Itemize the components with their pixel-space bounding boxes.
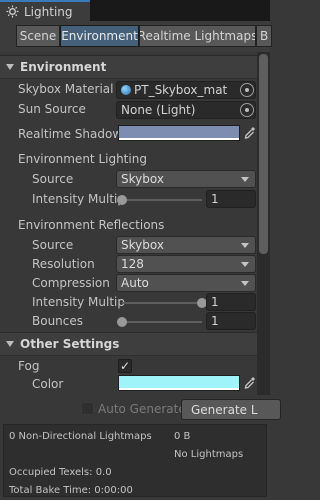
lighting-intensity-value: 1 <box>211 192 219 206</box>
bounces-value: 1 <box>211 314 219 328</box>
realtime-shadow-color-field[interactable] <box>118 125 240 141</box>
reflection-source-dropdown[interactable]: Skybox <box>116 236 256 254</box>
resolution-label: Resolution <box>32 257 95 271</box>
bounces-slider-thumb[interactable] <box>117 317 127 327</box>
foldout-arrow-icon <box>6 341 14 347</box>
sun-source-picker-icon[interactable] <box>240 103 254 117</box>
lighting-source-label: Source <box>32 172 74 186</box>
skybox-object-picker-icon[interactable] <box>240 83 254 97</box>
chevron-down-icon <box>241 262 249 267</box>
skybox-material-value: PT_Skybox_mat <box>134 83 228 97</box>
generate-lighting-button[interactable]: Generate L <box>181 399 281 420</box>
bounces-input[interactable]: 1 <box>206 312 256 330</box>
lightmap-stats-box: 0 Non-Directional Lightmaps 0 B No Light… <box>3 424 267 497</box>
fog-label: Fog <box>18 359 40 373</box>
sun-source-label: Sun Source <box>18 102 86 116</box>
section-title: Other Settings <box>20 337 120 351</box>
no-lightmaps-text: No Lightmaps <box>174 449 244 460</box>
compression-value: Auto <box>121 276 149 290</box>
other-settings-section-header[interactable]: Other Settings <box>0 332 257 356</box>
material-icon <box>121 85 131 95</box>
tab-realtime-lightmaps[interactable]: Realtime Lightmaps <box>139 25 256 47</box>
sun-source-value: None (Light) <box>121 103 196 117</box>
inspector-content[interactable]: Environment Skybox Material PT_Skybox_ma… <box>0 52 257 395</box>
scrollbar-thumb[interactable] <box>259 54 268 254</box>
total-bake-time: Total Bake Time: 0:00:00 <box>9 485 133 496</box>
reflection-source-label: Source <box>32 238 74 252</box>
fog-checkbox[interactable]: ✓ <box>118 359 132 373</box>
resolution-value: 128 <box>121 257 144 271</box>
environment-section-header[interactable]: Environment <box>0 55 257 79</box>
sun-source-field[interactable]: None (Light) <box>116 101 256 119</box>
tab-baked[interactable]: B <box>256 25 272 47</box>
auto-generate-checkbox[interactable] <box>81 402 94 415</box>
compression-label: Compression <box>32 276 110 290</box>
lighting-intensity-input[interactable]: 1 <box>206 190 256 208</box>
bounces-label: Bounces <box>32 314 84 328</box>
window-tab-lighting[interactable]: Lighting <box>0 0 90 21</box>
vertical-scrollbar[interactable] <box>257 52 270 395</box>
lightmaps-count: 0 Non-Directional Lightmaps <box>9 431 152 442</box>
skybox-material-field[interactable]: PT_Skybox_mat <box>116 81 256 99</box>
reflection-intensity-value: 1 <box>211 295 219 309</box>
lighting-source-dropdown[interactable]: Skybox <box>116 170 256 188</box>
window-titlebar: Lighting <box>0 0 270 21</box>
environment-lighting-heading: Environment Lighting <box>18 152 147 166</box>
generate-row: Auto Generate Generate L <box>0 395 281 423</box>
reflection-intensity-slider[interactable] <box>122 302 202 304</box>
chevron-down-icon <box>241 243 249 248</box>
tab-bar: Scene Environment Realtime Lightmaps B <box>0 21 272 52</box>
fog-color-field[interactable] <box>118 375 240 391</box>
sun-icon <box>6 5 19 18</box>
occupied-texels: Occupied Texels: 0.0 <box>9 467 112 478</box>
compression-dropdown[interactable]: Auto <box>116 274 256 292</box>
lighting-intensity-slider[interactable] <box>122 199 202 201</box>
foldout-arrow-icon <box>6 64 14 70</box>
eyedropper-icon[interactable] <box>244 376 256 390</box>
bounces-slider[interactable] <box>122 321 202 323</box>
fog-color-label: Color <box>32 377 64 391</box>
alpha-bar <box>119 138 239 140</box>
alpha-bar <box>119 388 239 390</box>
checkmark-icon: ✓ <box>119 359 131 373</box>
chevron-down-icon <box>241 177 249 182</box>
section-title: Environment <box>20 60 107 74</box>
tab-environment[interactable]: Environment <box>60 25 139 47</box>
chevron-down-icon <box>241 281 249 286</box>
resolution-dropdown[interactable]: 128 <box>116 255 256 273</box>
lighting-intensity-label: Intensity Multip <box>32 192 125 206</box>
eyedropper-icon[interactable] <box>244 126 256 140</box>
environment-reflections-heading: Environment Reflections <box>18 218 165 232</box>
lighting-intensity-slider-thumb[interactable] <box>117 195 127 205</box>
reflection-intensity-input[interactable]: 1 <box>206 293 256 311</box>
skybox-material-label: Skybox Material <box>18 82 114 96</box>
bake-panel: Auto Generate Generate L 0 Non-Direction… <box>0 395 281 500</box>
reflection-intensity-label: Intensity Multip <box>32 295 125 309</box>
window-title: Lighting <box>24 4 73 19</box>
realtime-shadow-label: Realtime Shadow <box>18 127 123 141</box>
lightmaps-size: 0 B <box>174 431 191 442</box>
reflection-source-value: Skybox <box>121 238 164 252</box>
auto-generate-label: Auto Generate <box>98 402 186 416</box>
tab-scene[interactable]: Scene <box>16 25 60 47</box>
lighting-source-value: Skybox <box>121 172 164 186</box>
